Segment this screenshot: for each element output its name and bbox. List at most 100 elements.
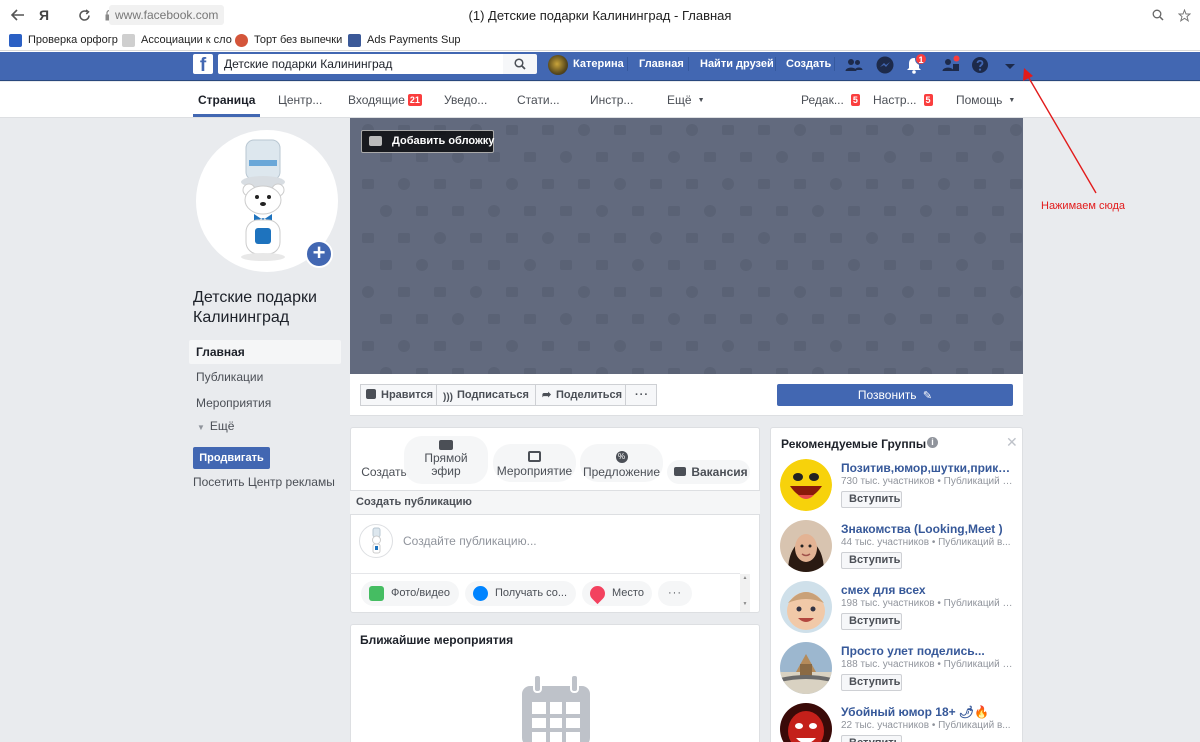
cover-pattern-glyph [668,151,680,163]
tab-label: Редак... [801,93,844,107]
join-group-button[interactable]: Вступить [841,552,902,569]
page-roles-icon[interactable] [941,55,961,75]
cover-pattern-glyph [830,125,842,135]
join-group-button[interactable]: Вступить [841,613,902,630]
event-option[interactable]: Мероприятие [493,444,576,482]
create-post-option[interactable]: Создать [358,460,410,484]
nav-profile-link[interactable]: Катерина [573,57,624,71]
ad-center-link[interactable]: Посетить Центр рекламы [193,475,335,489]
group-thumbnail[interactable] [780,642,832,694]
group-item: смех для всех 198 тыс. участников • Публ… [780,581,1016,637]
close-icon[interactable]: ✕ [1006,434,1018,451]
bookmark-label: Проверка орфогр [28,34,118,46]
add-cover-button[interactable]: Добавить обложку [361,130,494,153]
cover-pattern-glyph [920,260,932,270]
tab-edit[interactable]: Редак... 5 [801,93,860,107]
cover-pattern-glyph [902,233,914,243]
call-button[interactable]: Позвонить ✎ [777,384,1013,406]
create-post-input[interactable]: Создайте публикацию... [403,534,537,548]
more-options-button[interactable]: ··· [625,384,657,406]
cover-pattern-glyph [812,260,824,270]
group-name-link[interactable]: Просто улет поделись... [841,644,1016,658]
group-meta: 44 тыс. участников • Публикаций в... [841,537,1011,548]
group-name-link[interactable]: Убойный юмор 18+ 🌶🔥 [841,705,1016,719]
group-thumbnail[interactable] [780,703,832,742]
tab-settings[interactable]: Настр... 5 [873,93,933,107]
cover-pattern-glyph [362,286,374,298]
annotation-arrow [1023,68,1097,194]
job-option[interactable]: Вакансия [667,460,750,484]
join-group-button[interactable]: Вступить [841,674,902,691]
option-label: Предложение [582,465,661,479]
cover-pattern-glyph [902,124,914,136]
tab-center[interactable]: Центр... [278,93,322,107]
search-button[interactable] [503,54,537,74]
cover-pattern-glyph [776,151,788,163]
composer-more-button[interactable]: ··· [658,581,692,606]
nav-create-link[interactable]: Создать [786,57,831,71]
cover-pattern-glyph [704,367,716,374]
cover-pattern-glyph [470,341,482,351]
cover-pattern-glyph [542,125,554,135]
group-thumbnail[interactable] [780,581,832,633]
cover-pattern-glyph [758,125,770,135]
live-video-option[interactable]: Прямой эфир [404,436,488,484]
facebook-logo-icon[interactable]: f [193,54,213,74]
sidebar-item-home[interactable]: Главная [189,340,341,364]
add-photo-plus-icon[interactable]: + [305,240,333,268]
group-thumbnail[interactable] [780,459,832,511]
cover-pattern-glyph [722,340,734,352]
cover-pattern-glyph [848,152,860,162]
bookmark-item[interactable]: Ассоциации к сло [122,32,232,48]
group-name-link[interactable]: смех для всех [841,583,1016,597]
bookmark-item[interactable]: Торт без выпечки [235,32,342,48]
star-icon[interactable] [1174,5,1194,25]
messenger-icon[interactable] [875,55,895,75]
get-messages-button[interactable]: Получать со... [465,581,576,606]
cover-pattern-glyph [920,205,932,217]
tab-inbox[interactable]: Входящие 21 [348,93,422,107]
share-button[interactable]: ➦ Поделиться [535,384,626,406]
tab-statistics[interactable]: Стати... [517,93,560,107]
cover-pattern-glyph [614,125,626,135]
group-name-link[interactable]: Позитив,юмор,шутки,прикол... [841,461,1016,475]
magnifier-icon[interactable] [1148,5,1168,25]
friend-requests-icon[interactable] [844,55,864,75]
share-label: Поделиться [556,389,623,401]
like-button[interactable]: Нравится [360,384,437,406]
group-name-link[interactable]: Знакомства (Looking,Meet ) [841,522,1016,536]
promote-button[interactable]: Продвигать [193,447,270,469]
tab-tools[interactable]: Инстр... [590,93,633,107]
nav-find-friends-link[interactable]: Найти друзей [700,57,774,71]
sidebar-item-posts[interactable]: Публикации [189,365,341,389]
option-label: Прямой эфир [424,451,468,478]
sidebar-item-events[interactable]: Мероприятия [189,391,341,415]
info-icon[interactable]: i [927,437,938,448]
tab-more[interactable]: Ещё ▼ [667,93,705,107]
cover-pattern-glyph [380,314,392,324]
help-icon[interactable] [970,55,990,75]
composer-scrollbar[interactable]: ▲ ▼ [740,574,750,612]
cover-pattern-glyph [686,179,698,189]
offer-option[interactable]: % Предложение [580,444,663,482]
bookmark-item[interactable]: Ads Payments Sup [348,32,461,48]
sidebar-item-more[interactable]: ▼ Ещё [189,414,341,438]
join-group-button[interactable]: Вступить [841,491,902,508]
photo-video-button[interactable]: Фото/видео [361,581,459,606]
group-thumbnail[interactable] [780,520,832,572]
composer-header: Создать публикацию [350,490,760,515]
edit-badge: 5 [850,94,860,106]
nav-home-link[interactable]: Главная [639,57,684,71]
avatar[interactable] [548,55,568,75]
search-input[interactable] [218,54,503,74]
join-group-button[interactable]: Вступить [841,735,902,742]
tab-notifications[interactable]: Уведо... [444,93,487,107]
cover-pattern-glyph [542,341,554,351]
cover-pattern-glyph [632,206,644,216]
bookmark-item[interactable]: Проверка орфогр [9,32,118,48]
cover-pattern [362,124,1022,374]
location-button[interactable]: Место [582,581,652,606]
tab-page[interactable]: Страница [198,93,255,107]
follow-button[interactable]: ))) Подписаться [436,384,536,406]
cover-pattern-glyph [722,287,734,297]
